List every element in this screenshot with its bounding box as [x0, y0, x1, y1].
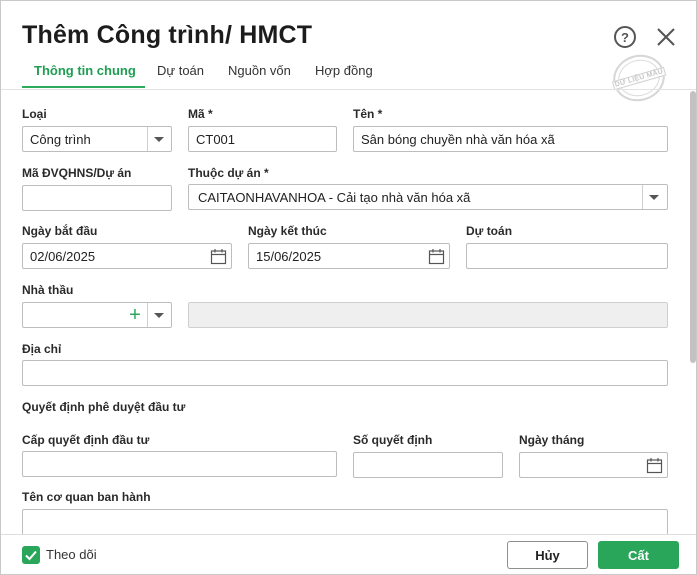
stamp-text: DỮ LIỆU MẪU — [611, 66, 667, 90]
code-label: Mã * — [188, 107, 213, 121]
start-date-label: Ngày bắt đầu — [22, 224, 98, 238]
start-date-value: 02/06/2025 — [30, 249, 96, 264]
dropdown-separator — [642, 185, 643, 209]
end-date-value: 15/06/2025 — [256, 249, 322, 264]
code-value: CT001 — [196, 132, 236, 147]
dropdown-separator — [147, 303, 148, 327]
budget-unit-code-label: Mã ĐVQHNS/Dự án — [22, 166, 132, 180]
decision-level-label: Cấp quyết định đầu tư — [22, 433, 150, 447]
decision-number-input[interactable] — [353, 452, 503, 478]
calendar-icon[interactable] — [646, 457, 663, 474]
check-icon — [25, 550, 37, 561]
parent-project-select[interactable]: CAITAONHAVANHOA - Cải tạo nhà văn hóa xã — [188, 184, 668, 210]
issuing-agency-label: Tên cơ quan ban hành — [22, 490, 151, 504]
decision-date-label: Ngày tháng — [519, 433, 585, 447]
code-input[interactable]: CT001 — [188, 126, 337, 152]
parent-project-value: CAITAONHAVANHOA - Cải tạo nhà văn hóa xã — [198, 190, 471, 205]
decision-date-input[interactable] — [519, 452, 668, 478]
dialog-title: Thêm Công trình/ HMCT — [22, 21, 313, 49]
tab-contract[interactable]: Hợp đồng — [315, 63, 373, 89]
dialog-footer: Theo dõi Hủy Cất — [1, 534, 696, 574]
estimate-label: Dự toán — [466, 224, 513, 238]
name-input[interactable]: Sân bóng chuyền nhà văn hóa xã — [353, 126, 668, 152]
decision-level-input[interactable] — [22, 451, 337, 477]
active-tab-indicator — [22, 86, 145, 88]
chevron-down-icon[interactable] — [154, 137, 164, 142]
follow-label: Theo dõi — [46, 547, 97, 562]
chevron-down-icon[interactable] — [154, 313, 164, 318]
contractor-name-field — [188, 302, 668, 328]
sample-data-stamp: DỮ LIỆU MẪU — [607, 48, 671, 108]
contractor-label: Nhà thầu — [22, 283, 74, 297]
parent-project-label: Thuộc dự án * — [188, 166, 269, 180]
contractor-select[interactable]: + — [22, 302, 172, 328]
close-icon[interactable] — [656, 27, 676, 47]
calendar-icon[interactable] — [428, 248, 445, 265]
chevron-down-icon[interactable] — [649, 195, 659, 200]
tabs-divider — [1, 89, 696, 90]
add-contractor-icon[interactable]: + — [127, 304, 143, 326]
address-label: Địa chỉ — [22, 342, 62, 356]
tab-estimate[interactable]: Dự toán — [157, 63, 204, 89]
address-input[interactable] — [22, 360, 668, 386]
add-project-dialog: Thêm Công trình/ HMCT ? DỮ LIỆU MẪU Thôn… — [0, 0, 697, 575]
tab-funding-source[interactable]: Nguồn vốn — [228, 63, 291, 89]
end-date-input[interactable]: 15/06/2025 — [248, 243, 450, 269]
cancel-button[interactable]: Hủy — [507, 541, 588, 569]
type-label: Loại — [22, 107, 47, 121]
name-label: Tên * — [353, 107, 383, 121]
dropdown-separator — [147, 127, 148, 151]
calendar-icon[interactable] — [210, 248, 227, 265]
type-value: Công trình — [30, 132, 91, 147]
vertical-scrollbar[interactable] — [690, 91, 696, 363]
follow-checkbox[interactable] — [22, 546, 40, 564]
type-select[interactable]: Công trình — [22, 126, 172, 152]
name-value: Sân bóng chuyền nhà văn hóa xã — [361, 132, 555, 147]
help-icon[interactable]: ? — [614, 26, 636, 48]
budget-unit-code-input[interactable] — [22, 185, 172, 211]
estimate-input[interactable] — [466, 243, 668, 269]
help-glyph: ? — [621, 29, 629, 45]
investment-decision-section-title: Quyết định phê duyệt đầu tư — [22, 400, 186, 414]
decision-number-label: Số quyết định — [353, 433, 433, 447]
start-date-input[interactable]: 02/06/2025 — [22, 243, 232, 269]
save-button[interactable]: Cất — [598, 541, 679, 569]
end-date-label: Ngày kết thúc — [248, 224, 327, 238]
